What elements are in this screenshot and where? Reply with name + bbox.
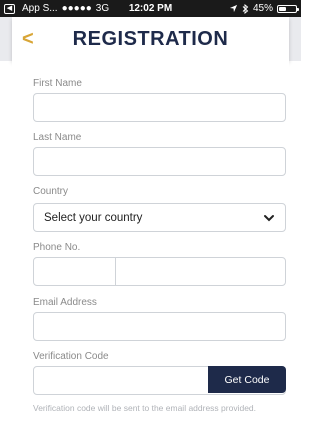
location-icon	[229, 4, 238, 13]
signal-strength: ●●●●●	[61, 3, 92, 14]
verification-code-input[interactable]	[34, 367, 208, 394]
first-name-label: First Name	[33, 78, 82, 89]
status-left: ◀ App S... ●●●●● 3G	[4, 3, 109, 14]
email-label: Email Address	[33, 297, 97, 308]
verification-field: Get Code	[33, 366, 286, 395]
verification-hint: Verification code will be sent to the em…	[33, 403, 257, 413]
back-button[interactable]: <	[22, 29, 34, 49]
battery-percent: 45%	[252, 3, 273, 14]
last-name-input[interactable]	[33, 147, 286, 176]
phone-label: Phone No.	[33, 242, 81, 253]
status-bar: ◀ App S... ●●●●● 3G 12:02 PM 45%	[0, 0, 301, 17]
page-title: REGISTRATION	[72, 27, 229, 50]
bluetooth-icon	[242, 3, 249, 14]
header: REGISTRATION <	[0, 17, 301, 61]
back-arrow-icon[interactable]: ◀	[4, 3, 15, 14]
last-name-label: Last Name	[33, 132, 82, 143]
first-name-input[interactable]	[33, 93, 286, 122]
status-right: 45%	[229, 3, 299, 14]
country-select[interactable]: Select your country	[33, 203, 286, 232]
phone-code-input[interactable]	[34, 258, 116, 285]
country-label: Country	[33, 186, 69, 197]
phone-field	[33, 257, 286, 286]
battery-fill	[279, 6, 287, 11]
back-app-label[interactable]: App S...	[22, 3, 58, 14]
verification-code-label: Verification Code	[33, 351, 109, 362]
phone-number-input[interactable]	[116, 258, 285, 285]
header-card: REGISTRATION	[12, 17, 289, 61]
network-type: 3G	[95, 3, 110, 14]
email-input[interactable]	[33, 312, 286, 341]
country-select-value: Select your country	[44, 211, 143, 224]
battery-icon	[277, 4, 299, 13]
chevron-down-icon	[264, 215, 274, 222]
get-code-button[interactable]: Get Code	[208, 366, 286, 393]
